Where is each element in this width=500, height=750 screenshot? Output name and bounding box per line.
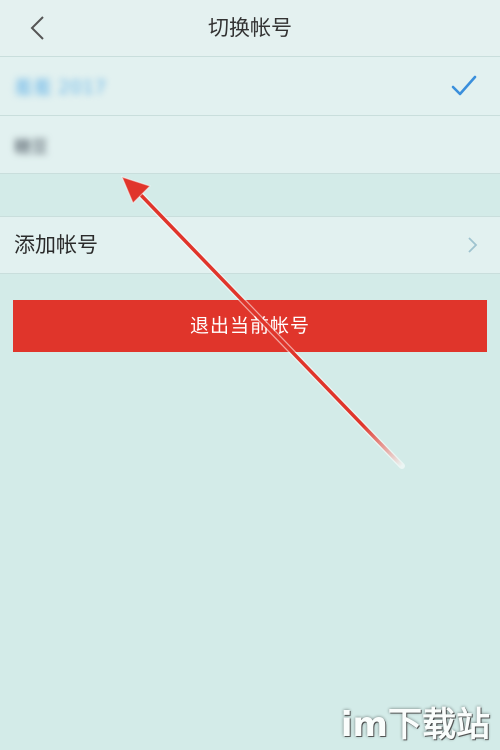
add-account-label: 添加帐号 bbox=[14, 233, 98, 257]
account-name: 羞羞 2017 bbox=[14, 76, 107, 99]
account-item-1[interactable]: 羞羞 2017 bbox=[0, 57, 500, 116]
add-account-row[interactable]: 添加帐号 bbox=[0, 216, 500, 274]
logout-button[interactable]: 退出当前帐号 bbox=[13, 300, 487, 352]
checkmark-icon bbox=[451, 75, 477, 96]
page-title: 切换帐号 bbox=[208, 16, 292, 40]
account-name: 糖豆 bbox=[14, 137, 48, 157]
chevron-left-icon bbox=[30, 16, 44, 40]
chevron-right-icon bbox=[468, 237, 478, 253]
watermark: im下载站 bbox=[340, 705, 490, 745]
top-bar: 切换帐号 bbox=[0, 0, 500, 57]
account-item-2[interactable]: 糖豆 bbox=[0, 116, 500, 174]
back-button[interactable] bbox=[22, 12, 54, 44]
